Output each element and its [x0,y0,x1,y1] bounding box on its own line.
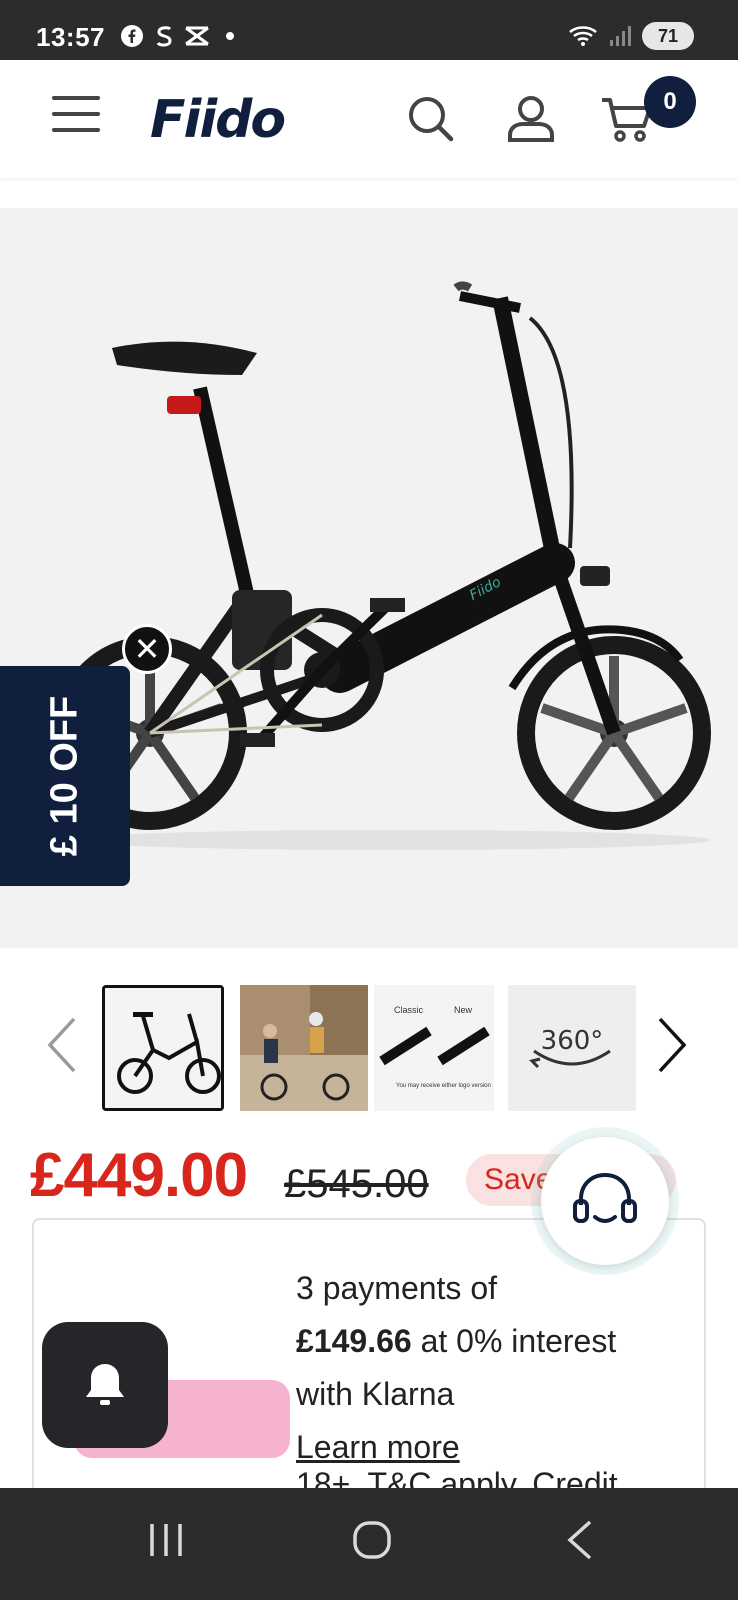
frame-comparison-caption: You may receive either logo version [396,1083,491,1089]
promo-label: £ 10 OFF [43,695,86,857]
thumbnail-riders[interactable] [240,985,368,1111]
system-icons: 71 [568,22,694,50]
search-icon[interactable] [406,94,456,144]
back-icon[interactable] [562,1518,598,1562]
klarna-interest: at 0% interest [411,1323,617,1359]
klarna-line-1: 3 payments of [296,1270,497,1306]
notification-icons [120,24,234,48]
cart-count-badge[interactable]: 0 [644,76,696,128]
s-icon [156,26,172,47]
360-rotate-icon: 360° [508,985,636,1111]
riders-thumbnail-image [240,985,368,1111]
customer-support-button[interactable] [541,1137,669,1265]
chevron-left-icon[interactable] [46,1015,78,1075]
battery-indicator: 71 [642,22,694,50]
home-icon[interactable] [350,1518,394,1562]
system-navigation-bar [0,1488,738,1600]
thumbnail-carousel: Classic New You may receive either logo … [0,975,738,1115]
facebook-icon [121,25,143,47]
bell-icon [86,1364,124,1405]
classic-label: Classic [394,1005,424,1015]
klarna-amount: £149.66 [296,1323,412,1359]
bike-thumbnail-image [105,988,221,1108]
klarna-line-2: £149.66 at 0% interest [296,1315,616,1368]
more-notifications-dot [226,32,234,40]
menu-icon[interactable] [52,96,100,136]
signal-icon [610,26,631,46]
notification-bell-button[interactable] [42,1322,168,1448]
klarna-line-3: with Klarna [296,1376,455,1412]
headset-icon [573,1172,637,1223]
frame-comparison-image [379,1026,490,1066]
product-page: 13:57 71 Fiido 0 Fiido £ 10 OFF ✕ Classi… [0,0,738,1600]
wifi-icon [569,26,597,46]
promo-tab[interactable]: £ 10 OFF [0,666,130,886]
recent-apps-icon[interactable] [146,1518,186,1562]
close-icon[interactable]: ✕ [122,624,172,674]
new-label: New [454,1005,473,1015]
sale-price: £449.00 [30,1141,248,1210]
thumbnail-bike[interactable] [102,985,224,1111]
account-icon[interactable] [506,94,556,144]
360-label: 360° [541,1026,604,1056]
original-price: £545.00 [284,1162,429,1206]
thumbnail-360-view[interactable]: 360° [508,985,636,1111]
status-bar: 13:57 71 [0,0,738,60]
mail-icon [185,26,209,46]
battery-level: 71 [657,25,679,46]
thumbnail-frame-comparison[interactable]: Classic New You may receive either logo … [374,985,494,1111]
site-header: Fiido 0 [0,60,738,178]
brand-logo[interactable]: Fiido [150,90,286,150]
status-time: 13:57 [36,22,105,52]
chevron-right-icon[interactable] [656,1015,688,1075]
klarna-description: 3 payments of £149.66 at 0% interest wit… [296,1262,616,1474]
